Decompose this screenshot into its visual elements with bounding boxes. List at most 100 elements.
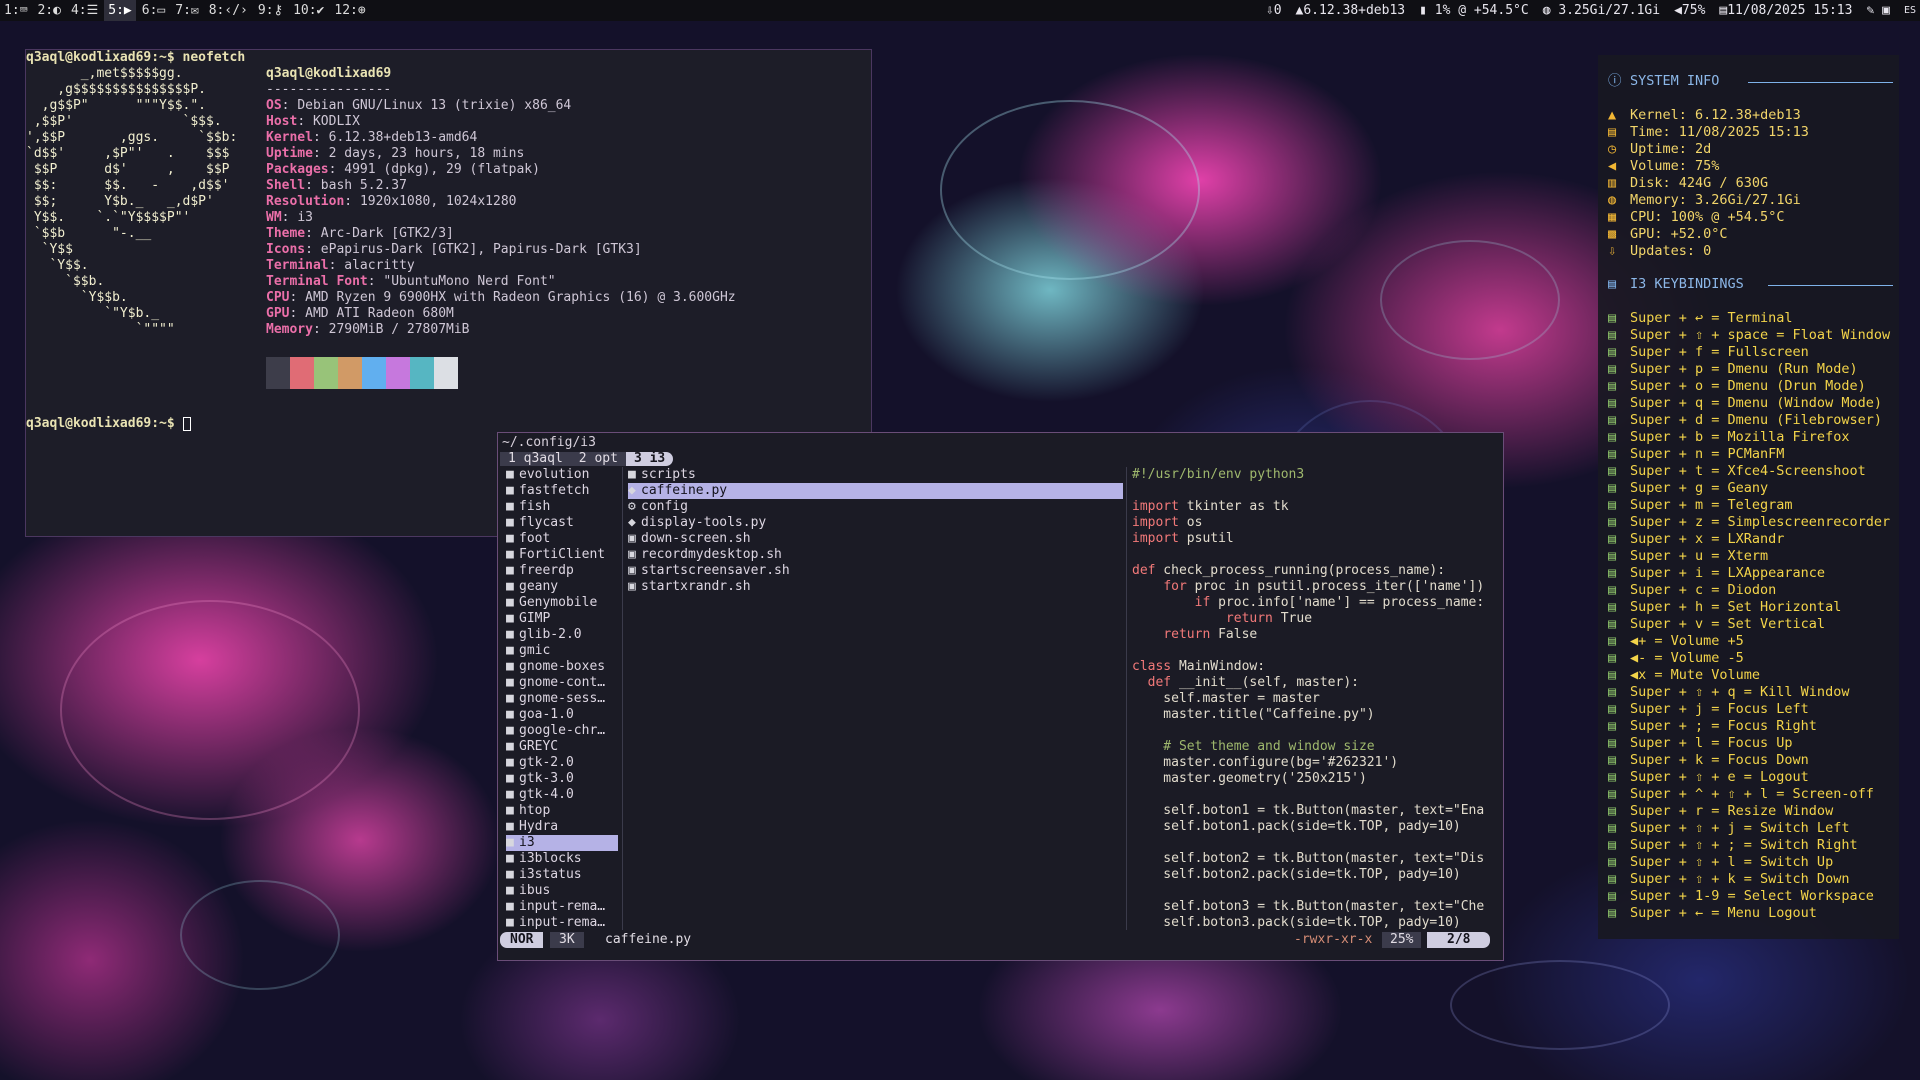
- workspace-button[interactable]: 8:‹/›: [205, 0, 252, 21]
- workspace-button[interactable]: 7:✉: [171, 0, 202, 21]
- parent-dir-item[interactable]: ■ glib-2.0: [506, 627, 618, 643]
- volume-status[interactable]: ◀75%: [1674, 3, 1705, 18]
- sysinfo-key: Disk:: [1630, 175, 1671, 191]
- keybinding-row: ▤ Super + i = LXAppearance: [1608, 565, 1825, 582]
- keyboard-icon: ▤: [1608, 565, 1617, 581]
- workspace-button[interactable]: 9:⚷: [254, 0, 287, 21]
- tab-2[interactable]: 2 opt: [570, 452, 626, 466]
- keyboard-icon: ▤: [1608, 310, 1617, 326]
- parent-dir-item[interactable]: ■ goa-1.0: [506, 707, 618, 723]
- parent-dir-item[interactable]: ■ GIMP: [506, 611, 618, 627]
- folder-icon: ■: [628, 467, 636, 482]
- workspace-button[interactable]: 4:☰: [67, 0, 102, 21]
- tray-icons[interactable]: ✎ ▣: [1866, 3, 1889, 18]
- tab-1[interactable]: 1 q3aql: [500, 452, 571, 466]
- keyboard-icon: ▤: [1608, 361, 1617, 377]
- info-sep: :: [305, 226, 321, 241]
- parent-dir-item[interactable]: ■ gnome-boxes: [506, 659, 618, 675]
- file-item[interactable]: ■ scripts: [628, 467, 1123, 483]
- sysinfo-key: Memory:: [1630, 192, 1687, 208]
- keybinding-row: ▤ Super + l = Focus Up: [1608, 735, 1793, 752]
- parent-dir-item[interactable]: ■ gtk-2.0: [506, 755, 618, 771]
- folder-icon: ■: [506, 803, 514, 818]
- file-item[interactable]: ▣ down-screen.sh: [628, 531, 1123, 547]
- dir-name: gnome-sess…: [519, 691, 606, 706]
- file-permissions: -rwxr-xr-x: [1294, 932, 1373, 947]
- parent-dir-item[interactable]: ■ i3blocks: [506, 851, 618, 867]
- parent-dir-item[interactable]: ■ FortiClient: [506, 547, 618, 563]
- parent-dir-item[interactable]: ■ gtk-4.0: [506, 787, 618, 803]
- keybinding-row: ▤ Super + m = Telegram: [1608, 497, 1793, 514]
- info-key: Host: [266, 114, 298, 129]
- parent-dir-item[interactable]: ■ gtk-3.0: [506, 771, 618, 787]
- parent-dir-item[interactable]: ■ i3status: [506, 867, 618, 883]
- file-item[interactable]: ▣ recordmydesktop.sh: [628, 547, 1123, 563]
- terminal-prompt-end[interactable]: q3aql@kodlixad69:~$: [26, 416, 191, 432]
- keyboard-icon: ▤: [1608, 803, 1617, 819]
- keybinding-text: ◀- = Volume -5: [1630, 650, 1744, 666]
- parent-dir-item[interactable]: ■ Hydra: [506, 819, 618, 835]
- workspace-button[interactable]: 12:⊕: [330, 0, 369, 21]
- dir-name: FortiClient: [519, 547, 606, 562]
- file-item[interactable]: ▣ startscreensaver.sh: [628, 563, 1123, 579]
- workspace-button[interactable]: 10:✔: [289, 0, 328, 21]
- parent-dir-item[interactable]: ■ ibus: [506, 883, 618, 899]
- updates-status[interactable]: ⇩0: [1266, 3, 1282, 18]
- parent-dir-item[interactable]: ■ Genymobile: [506, 595, 618, 611]
- info-sep: :: [281, 210, 298, 225]
- keybinding-text: Super + ⇧ + e = Logout: [1630, 769, 1809, 785]
- keybinding-row: ▤ Super + ⇧ + l = Switch Up: [1608, 854, 1833, 871]
- parent-dir-item[interactable]: ■ input-rema…: [506, 899, 618, 915]
- keybinding-row: ▤ Super + k = Focus Down: [1608, 752, 1809, 769]
- file-item[interactable]: ▣ startxrandr.sh: [628, 579, 1123, 595]
- keyboard-layout[interactable]: ES: [1904, 5, 1916, 16]
- parent-dir-item[interactable]: ■ htop: [506, 803, 618, 819]
- divider: ----------------: [266, 82, 392, 97]
- info-key: GPU: [266, 306, 290, 321]
- parent-dir-item[interactable]: ■ google-chr…: [506, 723, 618, 739]
- parent-dir-item[interactable]: ■ foot: [506, 531, 618, 547]
- tab-3[interactable]: 3 i3: [625, 452, 674, 466]
- file-item[interactable]: ⚙ config: [628, 499, 1123, 515]
- parent-dir-item[interactable]: ■ fastfetch: [506, 483, 618, 499]
- folder-icon: ■: [506, 579, 514, 594]
- parent-dir-item[interactable]: ■ GREYC: [506, 739, 618, 755]
- file-manager-window[interactable]: ~/.config/i3 1 q3aql 2 opt 3 i3 ■ evolution…: [497, 432, 1504, 961]
- parent-dir-item[interactable]: ■ fish: [506, 499, 618, 515]
- sysinfo-value: 75%: [1695, 158, 1720, 174]
- logo-line: `Y$$b.: [26, 290, 128, 305]
- workspace-button[interactable]: 1:⌨: [0, 0, 31, 21]
- workspace-button[interactable]: 6:▭: [138, 0, 169, 21]
- sysinfo-row: ◀ Volume: 75%: [1608, 158, 1719, 175]
- info-value: Debian GNU/Linux 13 (trixie) x86_64: [297, 98, 572, 113]
- keybinding-text: Super + ⇧ + k = Switch Down: [1630, 871, 1850, 887]
- parent-dir-item[interactable]: ■ i3: [506, 835, 618, 851]
- system-info-header: ⓘ SYSTEM INFO: [1608, 73, 1719, 90]
- info-value: 6.12.38+deb13-amd64: [328, 130, 478, 145]
- info-icon: ⓘ: [1608, 73, 1622, 89]
- info-value: Arc-Dark [GTK2/3]: [320, 226, 454, 241]
- code-line: self.boton3 = tk.Button(master, text="Ch…: [1132, 899, 1485, 914]
- keybinding-row: ▤ Super + t = Xfce4-Screenshoot: [1608, 463, 1866, 480]
- parent-dir-item[interactable]: ■ flycast: [506, 515, 618, 531]
- workspace-button[interactable]: 2:◐: [33, 0, 64, 21]
- folder-icon: ■: [506, 483, 514, 498]
- sysinfo-icon: ⇩: [1608, 243, 1617, 259]
- prompt-text: q3aql@kodlixad69:~$ neofetch: [26, 50, 246, 65]
- parent-dir-item[interactable]: ■ gnome-sess…: [506, 691, 618, 707]
- workspace-button[interactable]: 5:▶: [104, 0, 136, 21]
- parent-dir-item[interactable]: ■ evolution: [506, 467, 618, 483]
- color-swatch: [410, 357, 434, 389]
- file-item[interactable]: ◆ display-tools.py: [628, 515, 1123, 531]
- file-item[interactable]: ◆ caffeine.py: [628, 483, 1123, 499]
- parent-dir-item[interactable]: ■ geany: [506, 579, 618, 595]
- keyboard-icon: ▤: [1608, 837, 1617, 853]
- updates-count: 0: [1273, 3, 1282, 18]
- dir-name: ibus: [519, 883, 551, 898]
- parent-dir-item[interactable]: ■ freerdp: [506, 563, 618, 579]
- parent-dir-item[interactable]: ■ gnome-cont…: [506, 675, 618, 691]
- parent-dir-item[interactable]: ■ gmic: [506, 643, 618, 659]
- parent-dir-item[interactable]: ■ input-rema…: [506, 915, 618, 931]
